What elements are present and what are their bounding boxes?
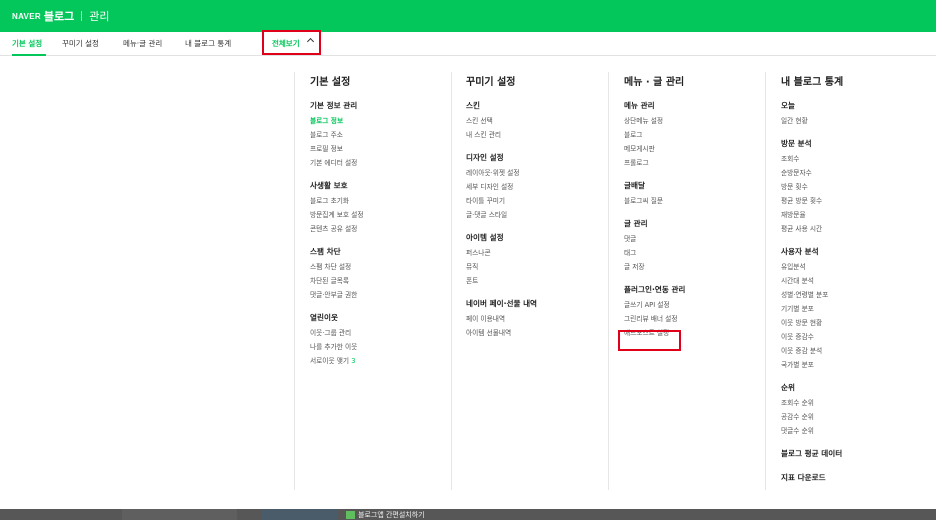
menu-item-comment-permission[interactable]: 댓글·안부글 권한 xyxy=(310,289,460,303)
tab-menu-post-management[interactable]: 메뉴·글 관리 xyxy=(123,38,162,49)
app-icon xyxy=(346,511,355,519)
menu-item-mutual-neighbors[interactable]: 서로이웃 맺기 3 xyxy=(310,355,460,369)
menu-item-pay-history[interactable]: 페이 이용내역 xyxy=(466,313,616,327)
column-title: 메뉴 · 글 관리 xyxy=(624,77,685,88)
group-title: 글 관리 xyxy=(624,219,648,228)
menu-item-spam-block[interactable]: 스팸 차단 설정 xyxy=(310,261,460,275)
tab-my-blog-stats[interactable]: 내 블로그 통계 xyxy=(185,38,231,49)
view-all-highlight-box xyxy=(262,30,321,55)
menu-item-device-distribution[interactable]: 기기별 분포 xyxy=(781,303,931,317)
menu-link-blog-avg-data[interactable]: 블로그 평균 데이터 xyxy=(781,447,931,463)
menu-item-post-comment-style[interactable]: 글·댓글 스타일 xyxy=(466,209,616,223)
header-divider xyxy=(81,11,83,21)
footer-block xyxy=(122,509,237,520)
menu-item-layout-widget[interactable]: 레이아웃·위젯 설정 xyxy=(466,167,616,181)
settings-tab-bar: 기본 설정 꾸미기 설정 메뉴·글 관리 내 블로그 통계 xyxy=(0,32,936,56)
menu-item-blocked-posts[interactable]: 차단된 글목록 xyxy=(310,275,460,289)
menu-item-prologue[interactable]: 프롤로그 xyxy=(624,157,774,171)
column-divider xyxy=(294,72,295,490)
tab-decorate-settings[interactable]: 꾸미기 설정 xyxy=(62,38,99,49)
group-title: 스킨 xyxy=(466,101,480,110)
adpost-highlight-box xyxy=(618,330,681,351)
group-title: 메뉴 관리 xyxy=(624,101,655,110)
group-title: 사용자 분석 xyxy=(781,247,819,256)
menu-item-top-menu[interactable]: 상단메뉴 설정 xyxy=(624,115,774,129)
group-title: 스팸 차단 xyxy=(310,247,341,256)
menu-item-detail-design[interactable]: 세부 디자인 설정 xyxy=(466,181,616,195)
menu-item-music[interactable]: 뮤직 xyxy=(466,261,616,275)
menu-item-my-skin[interactable]: 내 스킨 관리 xyxy=(466,129,616,143)
menu-item-neighbor-change[interactable]: 이웃 증감수 xyxy=(781,331,931,345)
menu-item-neighbor-change-analysis[interactable]: 이웃 증감 분석 xyxy=(781,345,931,359)
menu-item-gift-history[interactable]: 아이템 선물내역 xyxy=(466,327,616,341)
menu-item-default-editor[interactable]: 기본 에디터 설정 xyxy=(310,157,460,171)
admin-title[interactable]: 관리 xyxy=(89,8,109,24)
group-title: 디자인 설정 xyxy=(466,153,504,162)
column-title: 내 블로그 통계 xyxy=(781,77,844,88)
group-title: 글배달 xyxy=(624,181,645,190)
column-title: 기본 설정 xyxy=(310,77,351,88)
menu-item-profile-info[interactable]: 프로필 정보 xyxy=(310,143,460,157)
menu-item-neighbor-group[interactable]: 이웃·그룹 관리 xyxy=(310,327,460,341)
menu-item-country-distribution[interactable]: 국가별 분포 xyxy=(781,359,931,373)
menu-item-likes-rank[interactable]: 공감수 순위 xyxy=(781,411,931,425)
group-title: 기본 정보 관리 xyxy=(310,101,358,110)
group-title: 순위 xyxy=(781,383,795,392)
menu-item-blogc-question[interactable]: 블로그씨 질문 xyxy=(624,195,774,209)
column-basic-settings: 기본 설정 기본 정보 관리 블로그 정보 블로그 주소 프로필 정보 기본 에… xyxy=(310,73,460,369)
group-title: 아이템 설정 xyxy=(466,233,504,242)
group-title: 플러그인·연동 관리 xyxy=(624,285,686,294)
count-badge: 3 xyxy=(351,357,356,365)
column-title: 꾸미기 설정 xyxy=(466,77,516,88)
naver-logo[interactable]: NAVER xyxy=(12,12,41,21)
menu-item-gender-age[interactable]: 성별·연령별 분포 xyxy=(781,289,931,303)
menu-item-time-analysis[interactable]: 시간대 분석 xyxy=(781,275,931,289)
menu-item-visit-count[interactable]: 방문 횟수 xyxy=(781,181,931,195)
group-title: 네이버 페이·선물 내역 xyxy=(466,299,538,308)
menu-item-title-decorate[interactable]: 타이틀 꾸미기 xyxy=(466,195,616,209)
footer-image xyxy=(262,509,338,520)
menu-item-avg-usage-time[interactable]: 평균 사용 시간 xyxy=(781,223,931,237)
menu-item-personacon[interactable]: 퍼스나콘 xyxy=(466,247,616,261)
group-title: 방문 분석 xyxy=(781,139,812,148)
menu-item-blog-reset[interactable]: 블로그 초기화 xyxy=(310,195,460,209)
menu-item-green-review-banner[interactable]: 그린리뷰 배너 설정 xyxy=(624,313,774,327)
group-title: 열린이웃 xyxy=(310,313,338,322)
menu-item-revisit-rate[interactable]: 재방문율 xyxy=(781,209,931,223)
app-install-link[interactable]: 블로그앱 간편설치하기 xyxy=(358,510,425,520)
menu-item-blog-info[interactable]: 블로그 정보 xyxy=(310,115,460,129)
menu-item-comments[interactable]: 댓글 xyxy=(624,233,774,247)
menu-item-comments-rank[interactable]: 댓글수 순위 xyxy=(781,425,931,439)
column-blog-stats: 내 블로그 통계 오늘 일간 현황 방문 분석 조회수 순방문자수 방문 횟수 … xyxy=(781,73,931,487)
menu-item-font[interactable]: 폰트 xyxy=(466,275,616,289)
menu-item-skin-select[interactable]: 스킨 선택 xyxy=(466,115,616,129)
menu-item-views[interactable]: 조회수 xyxy=(781,153,931,167)
group-title: 오늘 xyxy=(781,101,795,110)
tab-basic-settings[interactable]: 기본 설정 xyxy=(12,38,42,49)
menu-item-writing-api[interactable]: 글쓰기 API 설정 xyxy=(624,299,774,313)
menu-item-tags[interactable]: 태그 xyxy=(624,247,774,261)
column-decorate-settings: 꾸미기 설정 스킨 스킨 선택 내 스킨 관리 디자인 설정 레이아웃·위젯 설… xyxy=(466,73,616,341)
menu-item-post-save[interactable]: 글 저장 xyxy=(624,261,774,275)
menu-item-content-share[interactable]: 콘텐츠 공유 설정 xyxy=(310,223,460,237)
menu-item-followers[interactable]: 나를 추가한 이웃 xyxy=(310,341,460,355)
menu-item-inflow-analysis[interactable]: 유입분석 xyxy=(781,261,931,275)
menu-item-visit-count-protection[interactable]: 방문집계 보호 설정 xyxy=(310,209,460,223)
menu-item-blog-address[interactable]: 블로그 주소 xyxy=(310,129,460,143)
group-title: 사생활 보호 xyxy=(310,181,348,190)
menu-item-neighbor-visits[interactable]: 이웃 방문 현황 xyxy=(781,317,931,331)
menu-item-blog[interactable]: 블로그 xyxy=(624,129,774,143)
menu-item-label: 서로이웃 맺기 xyxy=(310,357,350,365)
menu-item-views-rank[interactable]: 조회수 순위 xyxy=(781,397,931,411)
menu-item-unique-visitors[interactable]: 순방문자수 xyxy=(781,167,931,181)
column-menu-post-management: 메뉴 · 글 관리 메뉴 관리 상단메뉴 설정 블로그 메모게시판 프롤로그 글… xyxy=(624,73,774,341)
footer-banner: 블로그앱 간편설치하기 xyxy=(0,509,936,520)
menu-item-memo-board[interactable]: 메모게시판 xyxy=(624,143,774,157)
menu-item-daily-status[interactable]: 일간 현황 xyxy=(781,115,931,129)
blog-logo[interactable]: 블로그 xyxy=(44,8,74,24)
menu-item-avg-visit-count[interactable]: 평균 방문 횟수 xyxy=(781,195,931,209)
active-tab-indicator xyxy=(12,54,46,56)
menu-link-metrics-download[interactable]: 지표 다운로드 xyxy=(781,471,931,487)
top-header-bar: NAVER 블로그 관리 xyxy=(0,0,936,32)
